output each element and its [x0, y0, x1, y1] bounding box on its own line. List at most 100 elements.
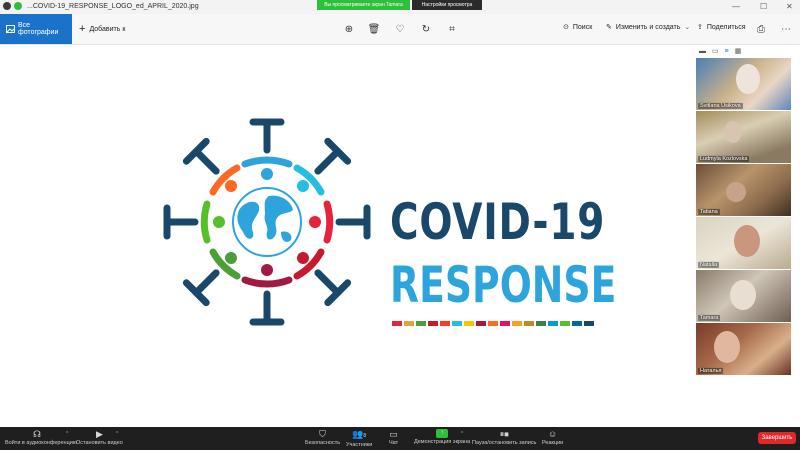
screen-share-banner: Вы просматриваете экран Tamara [317, 0, 410, 10]
chat-label: Чат [389, 440, 399, 446]
join-audio-label: Войти в аудиоконференцию [5, 440, 77, 446]
participant-tile[interactable]: Ludmyla Kozlovska [696, 111, 791, 163]
add-to-button[interactable]: + Добавить к [79, 23, 125, 35]
strip-swatch [536, 321, 546, 326]
participant-tile[interactable]: Наталья [696, 323, 791, 375]
logo-title-response: RESPONSE [390, 256, 617, 314]
strip-swatch [524, 321, 534, 326]
participants-button[interactable]: 👥8 Участники [346, 429, 372, 448]
logo-title-covid: COVID-19 [390, 193, 606, 251]
search-icon: ⊙ [563, 24, 569, 31]
participant-name: Svitlana Usikova [698, 103, 743, 109]
participants-icon: 👥8 [352, 429, 367, 439]
security-label: Безопасность [305, 440, 341, 446]
strip-swatch [560, 321, 570, 326]
strip-swatch [584, 321, 594, 326]
headphones-icon: ☊ [33, 429, 41, 439]
strip-swatch [500, 321, 510, 326]
app-icon [3, 2, 11, 10]
participant-video [724, 121, 742, 143]
video-camera-icon: ▶ [95, 429, 103, 439]
share-options-caret[interactable]: ^ [461, 431, 463, 437]
share-label: Поделиться [706, 23, 746, 31]
reactions-label: Реакции [542, 440, 564, 446]
panel-view-controls: ▬ ▭ ≡ ▦ [695, 45, 800, 57]
strip-swatch [452, 321, 462, 326]
participant-video [734, 225, 760, 257]
strip-swatch [464, 321, 474, 326]
strip-swatch [416, 321, 426, 326]
strip-view-icon[interactable]: ▭ [712, 47, 719, 55]
audio-options-caret[interactable]: ^ [66, 431, 68, 437]
print-icon[interactable]: ⎙ [754, 22, 768, 36]
strip-swatch [548, 321, 558, 326]
participant-video [730, 280, 756, 310]
search-button[interactable]: ⊙ Поиск [563, 23, 593, 32]
share-button[interactable]: ⇪ Поделиться [697, 23, 746, 32]
stop-video-label: Остановить видео [76, 440, 123, 446]
minimize-panel-icon[interactable]: ▬ [699, 48, 706, 55]
photo-icon [6, 25, 15, 33]
title-left: ...COVID-19_RESPONSE_LOGO_ed_APRIL_2020.… [3, 2, 199, 10]
crop-icon[interactable]: ⌗ [445, 22, 459, 36]
shield-icon: ⛉ [319, 429, 326, 439]
security-button[interactable]: ⛉ Безопасность [305, 429, 340, 446]
all-photos-button[interactable]: Все фотографии [0, 14, 72, 44]
window-title-bar: ...COVID-19_RESPONSE_LOGO_ed_APRIL_2020.… [0, 0, 800, 14]
participant-name: Tamara [698, 315, 721, 321]
strip-swatch [572, 321, 582, 326]
image-viewer: COVID-19 RESPONSE [0, 45, 695, 427]
participants-count: 8 [363, 433, 367, 439]
list-view-icon[interactable]: ≡ [725, 48, 729, 55]
minimize-icon[interactable]: — [732, 2, 740, 11]
sdg-color-strip [392, 321, 594, 326]
participant-tile[interactable]: Svitlana Usikova [696, 58, 791, 110]
search-label: Поиск [572, 23, 593, 31]
strip-swatch [512, 321, 522, 326]
strip-swatch [404, 321, 414, 326]
zoom-icon[interactable]: ⊕ [342, 22, 356, 36]
video-options-caret[interactable]: ^ [116, 431, 118, 437]
shield-icon [14, 2, 22, 10]
strip-swatch [488, 321, 498, 326]
participant-name: Наталья [698, 368, 724, 374]
participants-video-panel: ▬ ▭ ≡ ▦ Svitlana Usikova Ludmyla Kozlovs… [695, 45, 800, 427]
strip-swatch [428, 321, 438, 326]
delete-icon[interactable]: 🗑 [367, 22, 381, 36]
grid-view-icon[interactable]: ▦ [735, 47, 742, 55]
meeting-control-bar: ☊ Войти в аудиоконференцию ^ ▶ Остановит… [0, 427, 800, 450]
close-icon[interactable]: ✕ [786, 2, 793, 11]
chat-icon: ▭ [389, 429, 398, 439]
record-button[interactable]: ⏸⏹ Пауза/остановить запись [472, 429, 536, 446]
strip-swatch [440, 321, 450, 326]
photos-toolbar: Все фотографии + Добавить к ⊕ 🗑 ♡ ↻ ⌗ ⊙ … [0, 14, 800, 45]
edit-icon: ✎ [606, 24, 612, 31]
participants-label: Участники [346, 442, 373, 448]
share-icon: ⇪ [697, 24, 703, 31]
view-options-button[interactable]: Настройки просмотра [412, 0, 482, 10]
add-to-label: Добавить к [89, 25, 126, 33]
edit-create-button[interactable]: ✎ Изменить и создать ⌄ [606, 23, 691, 32]
more-icon[interactable]: ⋯ [779, 22, 793, 36]
chat-button[interactable]: ▭ Чат [389, 429, 398, 446]
participant-tile[interactable]: Tamara [696, 270, 791, 322]
rotate-icon[interactable]: ↻ [419, 22, 433, 36]
chevron-down-icon: ⌄ [684, 24, 691, 31]
participant-name: Natalia [698, 262, 720, 268]
participant-name: Ludmyla Kozlovska [698, 156, 750, 162]
participant-video [714, 331, 740, 363]
pause-stop-icon: ⏸⏹ [499, 429, 509, 439]
participant-video [736, 64, 760, 94]
strip-swatch [476, 321, 486, 326]
participant-tile[interactable]: Tatiana [696, 164, 791, 216]
share-screen-icon: ↑ [436, 429, 449, 438]
end-meeting-button[interactable]: Завершить [758, 432, 796, 444]
all-photos-label: Все фотографии [17, 22, 59, 36]
reactions-button[interactable]: ☺ Реакции [542, 429, 563, 446]
heart-icon[interactable]: ♡ [393, 22, 407, 36]
share-screen-label: Демонстрация экрана [414, 439, 471, 445]
maximize-icon[interactable]: ☐ [760, 2, 767, 11]
participant-tile[interactable]: Natalia [696, 217, 791, 269]
participant-name: Tatiana [698, 209, 720, 215]
participant-video [726, 182, 746, 202]
